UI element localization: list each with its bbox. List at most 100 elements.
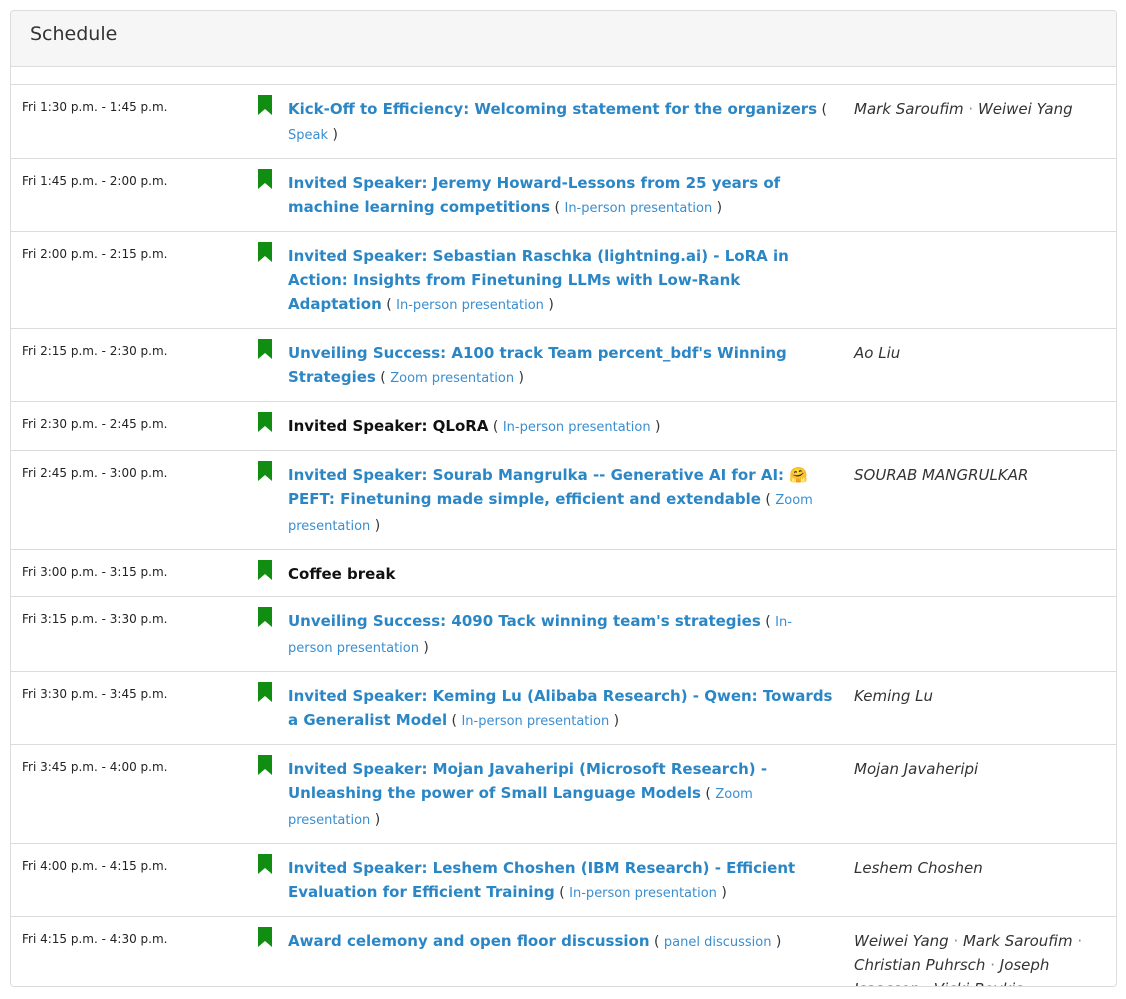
event-cell: Invited Speaker: Mojan Javaheripi (Micro…	[288, 744, 844, 844]
bookmark-icon[interactable]	[257, 242, 273, 262]
speaker-name[interactable]: Weiwei Yang	[978, 100, 1073, 118]
schedule-body: Fri 1:30 p.m. - 1:45 p.m. Kick-Off to Eff…	[11, 85, 1116, 987]
speaker-name[interactable]: Christian Puhrsch	[854, 956, 985, 974]
schedule-row: Fri 2:30 p.m. - 2:45 p.m. Invited Speaker…	[11, 401, 1116, 451]
bookmark-cell	[244, 328, 288, 402]
bookmark-cell	[244, 158, 288, 232]
speakers-cell	[844, 549, 1116, 597]
speakers-cell	[844, 231, 1116, 329]
schedule-header: Schedule	[11, 11, 1116, 67]
speakers-cell	[844, 401, 1116, 451]
bookmark-icon[interactable]	[257, 927, 273, 947]
speaker-name[interactable]: SOURAB MANGRULKAR	[854, 466, 1028, 484]
event-type-link[interactable]: In-person presentation	[461, 714, 609, 729]
paren-open: (	[550, 200, 565, 216]
schedule-row: Fri 4:00 p.m. - 4:15 p.m. Invited Speaker…	[11, 843, 1116, 917]
paren-open: (	[700, 786, 716, 802]
schedule-row: Fri 1:30 p.m. - 1:45 p.m. Kick-Off to Eff…	[11, 85, 1116, 159]
speaker-name[interactable]: Ao Liu	[854, 344, 900, 362]
speaker-separator: ·	[919, 980, 933, 986]
event-title-link: Coffee break	[288, 565, 396, 583]
event-cell: Invited Speaker: Keming Lu (Alibaba Rese…	[288, 671, 844, 745]
bookmark-cell	[244, 401, 288, 451]
speaker-name[interactable]: Keming Lu	[854, 687, 933, 705]
paren-close: )	[543, 297, 554, 313]
paren-open: (	[649, 934, 664, 950]
event-cell: Award celemony and open floor discussion…	[288, 917, 844, 987]
event-type-link[interactable]: In-person presentation	[503, 420, 651, 435]
speakers-cell	[844, 158, 1116, 232]
schedule-row: Fri 3:30 p.m. - 3:45 p.m. Invited Speaker…	[11, 671, 1116, 745]
paren-close: )	[716, 885, 727, 901]
paren-open: (	[488, 419, 503, 435]
event-cell: Coffee break	[288, 549, 844, 597]
event-time: Fri 3:45 p.m. - 4:00 p.m.	[11, 744, 244, 844]
bookmark-cell	[244, 549, 288, 597]
schedule-title: Schedule	[30, 23, 118, 45]
event-title-link[interactable]: Award celemony and open floor discussion	[288, 932, 650, 950]
paren-close: )	[712, 200, 723, 216]
event-time: Fri 3:30 p.m. - 3:45 p.m.	[11, 671, 244, 745]
bookmark-icon[interactable]	[257, 682, 273, 702]
bookmark-icon[interactable]	[257, 560, 273, 580]
bookmark-cell	[244, 231, 288, 329]
event-cell: Invited Speaker: Sebastian Raschka (ligh…	[288, 231, 844, 329]
schedule-row: Fri 2:45 p.m. - 3:00 p.m. Invited Speaker…	[11, 450, 1116, 550]
event-title-link[interactable]: Unveiling Success: 4090 Tack winning tea…	[288, 612, 761, 630]
speaker-separator: ·	[985, 956, 1000, 974]
event-cell: Unveiling Success: 4090 Tack winning tea…	[288, 596, 844, 672]
schedule-row: Fri 2:15 p.m. - 2:30 p.m. Unveiling Succe…	[11, 328, 1116, 402]
schedule-table: Fri 1:30 p.m. - 1:45 p.m. Kick-Off to Eff…	[11, 85, 1116, 987]
event-title-link[interactable]: Invited Speaker: Mojan Javaheripi (Micro…	[288, 760, 767, 802]
speakers-cell: Mojan Javaheripi	[844, 744, 1116, 844]
bookmark-icon[interactable]	[257, 339, 273, 359]
bookmark-cell	[244, 843, 288, 917]
speaker-separator: ·	[1072, 932, 1083, 950]
event-type-link[interactable]: In-person presentation	[396, 298, 544, 313]
event-type-link[interactable]: Zoom presentation	[390, 371, 514, 386]
event-title-link: Invited Speaker: QLoRA	[288, 417, 489, 435]
bookmark-icon[interactable]	[257, 412, 273, 432]
header-spacer	[11, 67, 1116, 85]
event-title-link[interactable]: Unveiling Success: A100 track Team perce…	[288, 344, 787, 386]
event-title-link[interactable]: Kick-Off to Efficiency: Welcoming statem…	[288, 100, 817, 118]
event-cell: Invited Speaker: Sourab Mangrulka -- Gen…	[288, 450, 844, 550]
bookmark-icon[interactable]	[257, 461, 273, 481]
speaker-name[interactable]: Leshem Choshen	[854, 859, 983, 877]
paren-close: )	[418, 640, 429, 656]
speaker-name[interactable]: Mark Saroufim	[854, 100, 964, 118]
speakers-cell: Ao Liu	[844, 328, 1116, 402]
paren-open: (	[375, 370, 391, 386]
bookmark-cell	[244, 596, 288, 672]
event-type-link[interactable]: panel discussion	[664, 935, 772, 950]
speaker-name[interactable]: Weiwei Yang	[854, 932, 949, 950]
paren-close: )	[650, 419, 661, 435]
bookmark-icon[interactable]	[257, 95, 273, 115]
paren-open: (	[760, 614, 776, 630]
event-type-link[interactable]: In-person presentation	[564, 201, 712, 216]
bookmark-icon[interactable]	[257, 169, 273, 189]
speaker-name[interactable]: Vicki Boykis	[934, 980, 1023, 986]
event-title-link[interactable]: Invited Speaker: Sourab Mangrulka -- Gen…	[288, 466, 808, 508]
schedule-row: Fri 4:15 p.m. - 4:30 p.m. Award celemony …	[11, 917, 1116, 987]
event-time: Fri 4:00 p.m. - 4:15 p.m.	[11, 843, 244, 917]
schedule-row: Fri 3:45 p.m. - 4:00 p.m. Invited Speaker…	[11, 744, 1116, 844]
paren-open: (	[760, 492, 776, 508]
bookmark-cell	[244, 85, 288, 159]
schedule-row: Fri 2:00 p.m. - 2:15 p.m. Invited Speaker…	[11, 231, 1116, 329]
event-time: Fri 2:00 p.m. - 2:15 p.m.	[11, 231, 244, 329]
speaker-separator: ·	[963, 100, 978, 118]
bookmark-cell	[244, 917, 288, 987]
speaker-name[interactable]: Mojan Javaheripi	[854, 760, 978, 778]
bookmark-icon[interactable]	[257, 755, 273, 775]
event-type-link[interactable]: In-person presentation	[569, 886, 717, 901]
paren-open: (	[817, 102, 828, 118]
speakers-cell: Leshem Choshen	[844, 843, 1116, 917]
event-time: Fri 1:45 p.m. - 2:00 p.m.	[11, 158, 244, 232]
speaker-name[interactable]: Mark Saroufim	[963, 932, 1073, 950]
bookmark-icon[interactable]	[257, 854, 273, 874]
schedule-row: Fri 3:00 p.m. - 3:15 p.m. Coffee break	[11, 549, 1116, 597]
speakers-cell: Weiwei Yang · Mark Saroufim · Christian …	[844, 917, 1116, 986]
bookmark-icon[interactable]	[257, 607, 273, 627]
event-type-link[interactable]: Speak	[288, 128, 328, 143]
